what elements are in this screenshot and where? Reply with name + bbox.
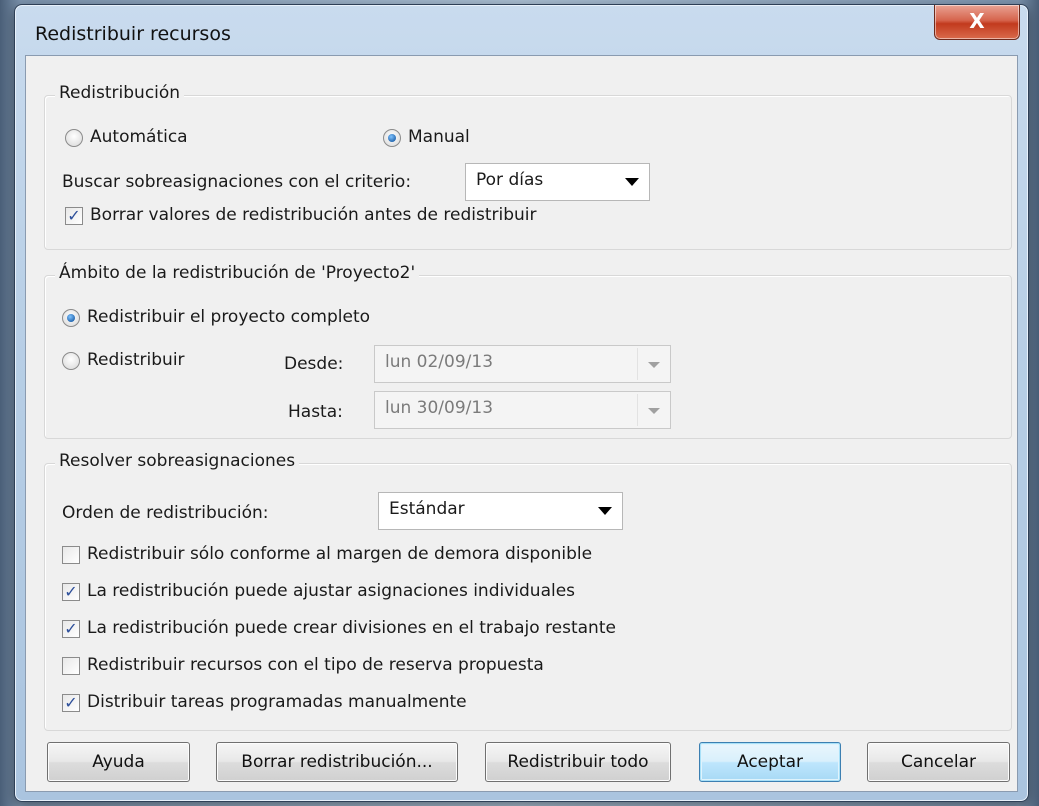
checkmark-icon: ✓ (67, 206, 81, 225)
group-resolver: Resolver sobreasignaciones Orden de redi… (44, 451, 1012, 731)
close-icon: X (969, 9, 985, 33)
radio-manual[interactable] (383, 129, 401, 147)
group-legend-redistribucion: Redistribución (55, 83, 185, 103)
level-all-button[interactable]: Redistribuir todo (485, 742, 671, 782)
group-legend-ambito: Ámbito de la redistribución de 'Proyecto… (55, 263, 420, 283)
radio-proyecto-completo-label[interactable]: Redistribuir el proyecto completo (87, 307, 370, 327)
desde-label: Desde: (284, 354, 344, 374)
borrar-valores-label[interactable]: Borrar valores de redistribución antes d… (90, 205, 537, 225)
criterio-label: Buscar sobreasignaciones con el criterio… (62, 172, 412, 192)
help-button[interactable]: Ayuda (47, 742, 190, 782)
hasta-label: Hasta: (288, 402, 343, 422)
radio-redistribuir-rango[interactable] (62, 352, 80, 370)
option-label-margen[interactable]: Redistribuir sólo conforme al margen de … (87, 544, 592, 564)
orden-value: Estándar (389, 499, 465, 519)
title-bar[interactable]: Redistribuir recursos X (15, 5, 1028, 57)
option-checkbox-asignaciones[interactable]: ✓ (62, 583, 80, 601)
radio-automatica[interactable] (65, 129, 83, 147)
criterio-dropdown[interactable]: Por días (465, 163, 650, 201)
option-checkbox-tareas-manuales[interactable]: ✓ (62, 694, 80, 712)
dialog-window: Redistribuir recursos X Redistribución A… (14, 4, 1029, 802)
desde-date-picker[interactable]: lun 02/09/13 (374, 345, 671, 383)
desde-value: lun 02/09/13 (385, 352, 494, 372)
orden-label: Orden de redistribución: (62, 503, 269, 523)
radio-proyecto-completo[interactable] (62, 309, 80, 327)
option-label-asignaciones[interactable]: La redistribución puede ajustar asignaci… (87, 581, 575, 601)
dialog-title: Redistribuir recursos (35, 23, 231, 45)
group-redistribucion: Redistribución Automática Manual Buscar … (44, 83, 1012, 250)
option-label-reserva[interactable]: Redistribuir recursos con el tipo de res… (87, 655, 544, 675)
chevron-down-icon (648, 362, 660, 368)
criterio-value: Por días (476, 170, 544, 190)
option-checkbox-divisiones[interactable]: ✓ (62, 620, 80, 638)
hasta-value: lun 30/09/13 (385, 398, 494, 418)
group-ambito: Ámbito de la redistribución de 'Proyecto… (44, 263, 1012, 439)
orden-dropdown[interactable]: Estándar (378, 492, 623, 530)
chevron-down-icon (625, 178, 639, 186)
radio-manual-label[interactable]: Manual (408, 127, 470, 147)
checkmark-icon: ✓ (64, 582, 78, 601)
checkmark-icon: ✓ (64, 693, 78, 712)
close-button[interactable]: X (934, 5, 1020, 40)
dialog-body: Redistribución Automática Manual Buscar … (25, 55, 1018, 792)
cancel-button[interactable]: Cancelar (867, 742, 1010, 782)
option-checkbox-margen[interactable] (62, 546, 80, 564)
radio-automatica-label[interactable]: Automática (90, 127, 188, 147)
hasta-date-picker[interactable]: lun 30/09/13 (374, 391, 671, 429)
borrar-valores-checkbox[interactable]: ✓ (65, 207, 83, 225)
option-label-divisiones[interactable]: La redistribución puede crear divisiones… (87, 618, 616, 638)
chevron-down-icon (598, 507, 612, 515)
group-legend-resolver: Resolver sobreasignaciones (55, 451, 300, 471)
ok-button[interactable]: Aceptar (699, 742, 841, 782)
clear-leveling-button[interactable]: Borrar redistribución... (216, 742, 458, 782)
chevron-down-icon (648, 408, 660, 414)
option-label-tareas-manuales[interactable]: Distribuir tareas programadas manualment… (87, 692, 467, 712)
checkmark-icon: ✓ (64, 619, 78, 638)
radio-redistribuir-rango-label[interactable]: Redistribuir (87, 350, 185, 370)
option-checkbox-reserva[interactable] (62, 657, 80, 675)
